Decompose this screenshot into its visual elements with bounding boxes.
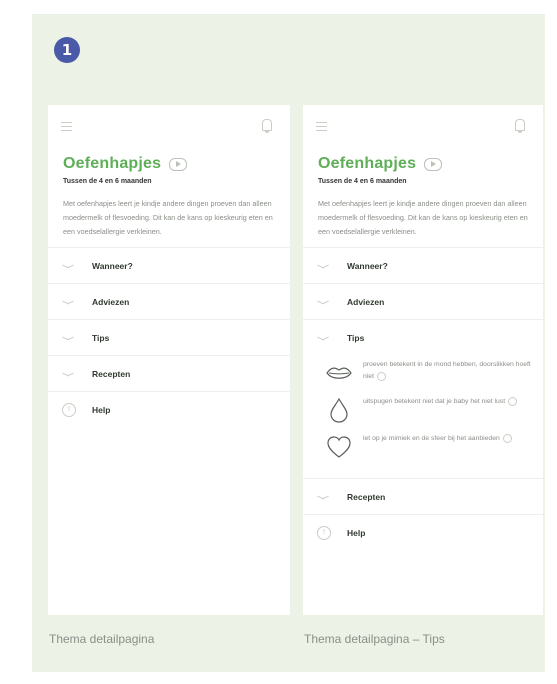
tip-item: proeven betekent in de mond hebben, door…: [325, 359, 533, 387]
help-label: Help: [92, 404, 111, 415]
screen-detail: Oefenhapjes Tussen de 4 en 6 maanden Met…: [48, 105, 290, 615]
play-icon[interactable]: [169, 157, 188, 171]
lips-icon: [326, 367, 352, 379]
accordion-label: Adviezen: [347, 296, 385, 307]
heart-icon: [327, 436, 351, 458]
bell-icon[interactable]: [515, 119, 525, 133]
help-icon: !: [317, 525, 331, 540]
accordion-label: Tips: [92, 332, 110, 343]
play-icon[interactable]: [424, 157, 443, 171]
tip-item: uitspugen betekent niet dat je baby het …: [325, 396, 533, 424]
chevron-down-icon: [317, 299, 329, 305]
accordion-wanneer[interactable]: Wanneer?: [48, 247, 290, 284]
accordion-label: Recepten: [347, 491, 386, 502]
page-title: Oefenhapjes: [318, 155, 417, 172]
accordion-label: Wanneer?: [92, 260, 133, 271]
step-badge: 1: [54, 37, 80, 63]
chevron-up-icon: [317, 335, 329, 341]
tip-item: let op je mimiek en de sfeer bij het aan…: [325, 433, 533, 461]
accordion-recepten[interactable]: Recepten: [303, 479, 543, 515]
page-subtitle: Tussen de 4 en 6 maanden: [63, 178, 152, 185]
info-icon[interactable]: [502, 433, 512, 443]
caption-detail: Thema detailpagina: [49, 632, 155, 646]
accordion-label: Recepten: [92, 368, 131, 379]
accordion-label: Adviezen: [92, 296, 130, 307]
help-label: Help: [347, 527, 366, 538]
accordion-adviezen[interactable]: Adviezen: [48, 284, 290, 320]
accordion-recepten[interactable]: Recepten: [48, 356, 290, 392]
help-item[interactable]: ! Help: [48, 392, 290, 427]
chevron-down-icon: [62, 371, 74, 377]
top-bar: [48, 105, 290, 141]
chevron-down-icon: [62, 335, 74, 341]
accordion-label: Wanneer?: [347, 260, 388, 271]
tip-text: let op je mimiek en de sfeer bij het aan…: [363, 433, 512, 445]
chevron-down-icon: [317, 263, 329, 269]
accordion-wanneer[interactable]: Wanneer?: [303, 247, 543, 284]
intro-text: Met oefenhapjes leert je kindje andere d…: [63, 199, 273, 236]
chevron-down-icon: [317, 494, 329, 500]
tip-text: proeven betekent in de mond hebben, door…: [363, 361, 531, 381]
help-item[interactable]: ! Help: [303, 515, 543, 550]
info-icon[interactable]: [508, 396, 518, 406]
chevron-down-icon: [62, 299, 74, 305]
info-icon[interactable]: [376, 371, 386, 381]
tip-text: uitspugen betekent niet dat je baby het …: [363, 396, 518, 408]
page-subtitle: Tussen de 4 en 6 maanden: [318, 178, 407, 185]
accordion-tips[interactable]: Tips: [48, 320, 290, 356]
menu-icon[interactable]: [61, 122, 72, 131]
help-icon: !: [62, 402, 76, 417]
accordion-tips-open[interactable]: Tips: [303, 320, 543, 355]
chevron-down-icon: [62, 263, 74, 269]
intro-text: Met oefenhapjes leert je kindje andere d…: [318, 199, 528, 236]
page-title: Oefenhapjes: [63, 155, 162, 172]
menu-icon[interactable]: [316, 122, 327, 131]
title-row: Oefenhapjes: [303, 155, 543, 173]
accordion-label: Tips: [347, 332, 365, 343]
tips-list: proeven betekent in de mond hebben, door…: [303, 355, 543, 479]
drop-icon: [330, 397, 348, 423]
accordion-adviezen[interactable]: Adviezen: [303, 284, 543, 320]
caption-detail-tips: Thema detailpagina – Tips: [304, 632, 445, 646]
title-row: Oefenhapjes: [48, 155, 290, 173]
bell-icon[interactable]: [262, 119, 272, 133]
top-bar: [303, 105, 543, 141]
screen-detail-tips: Oefenhapjes Tussen de 4 en 6 maanden Met…: [303, 105, 543, 615]
